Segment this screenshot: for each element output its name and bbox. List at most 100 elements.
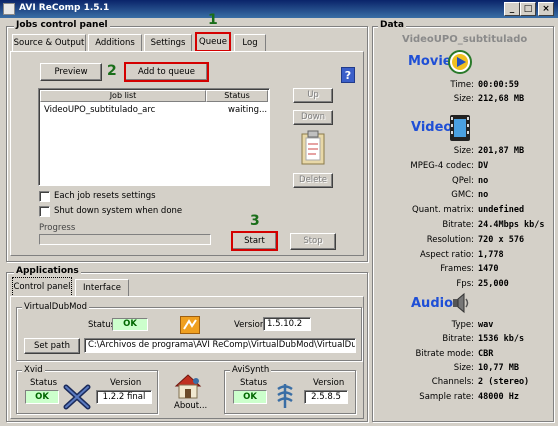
avisynth-status-label: Status: [240, 378, 268, 388]
up-button[interactable]: Up: [293, 88, 333, 103]
data-row-label: Type:: [451, 320, 474, 330]
data-row-value: 720 x 576: [478, 234, 525, 245]
annotation-1: 1: [208, 12, 218, 28]
data-row-value: 212,68 MB: [478, 94, 525, 104]
data-row-label: Quant. matrix:: [412, 205, 474, 216]
data-row-label: Time:: [450, 80, 474, 90]
data-row-label: Bitrate:: [442, 220, 474, 230]
speaker-icon: [450, 292, 472, 314]
avisynth-icon: [273, 382, 297, 410]
data-row-label: QPel:: [452, 175, 474, 186]
data-row-value: 10,77 MB: [478, 362, 519, 373]
down-button[interactable]: Down: [293, 110, 333, 125]
data-row-value: 48000 Hz: [478, 391, 519, 402]
progress-bar: [39, 234, 211, 245]
data-row-label: Aspect ratio:: [419, 249, 474, 260]
xvid-title: Xvid: [22, 365, 45, 375]
clipboard-icon: [298, 130, 328, 166]
audio-section-title: Audio: [411, 296, 454, 311]
data-row-value: 00:00:59: [478, 80, 519, 90]
preview-button[interactable]: Preview: [40, 63, 102, 81]
job-list-header[interactable]: Job list: [40, 90, 206, 102]
data-row-value: 201,87 MB: [478, 146, 525, 156]
tab-interface[interactable]: Interface: [75, 279, 129, 297]
xvid-version-field: 1.2.2 final: [96, 390, 152, 404]
virtualdubmod-icon: [180, 316, 200, 334]
movie-section-title: Movie: [408, 54, 452, 69]
data-panel-title: Data: [378, 20, 406, 30]
applications-title: Applications: [14, 266, 81, 276]
data-row-label: MPEG-4 codec:: [410, 160, 474, 171]
job-list[interactable]: [38, 88, 270, 186]
data-row-value: 1,778: [478, 249, 504, 260]
home-icon[interactable]: [172, 372, 204, 400]
annotation-2: 2: [107, 63, 117, 79]
stop-button[interactable]: Stop: [290, 233, 336, 250]
data-row-value: no: [478, 175, 489, 186]
vdm-version-label: Version: [234, 320, 266, 330]
set-path-button[interactable]: Set path: [24, 338, 80, 354]
each-job-resets-label: Each job resets settings: [54, 191, 156, 201]
data-row-label: Sample rate:: [419, 391, 474, 402]
avisynth-status-value: OK: [233, 390, 267, 404]
data-row-value: 2 (stereo): [478, 377, 530, 388]
data-row-label: Size:: [453, 362, 474, 373]
avisynth-version-field: 2.5.8.5: [304, 390, 348, 404]
avisynth-version-label: Version: [313, 378, 345, 388]
tab-control-panel[interactable]: Control panel: [12, 277, 72, 297]
job-name[interactable]: VideoUPO_subtitulado_arc: [44, 105, 155, 115]
minimize-button[interactable]: _: [504, 2, 520, 16]
close-button[interactable]: ×: [538, 2, 554, 16]
xvid-icon: [63, 384, 91, 410]
data-row-value: 25,000: [478, 279, 509, 290]
data-row-value: 1536 kb/s: [478, 334, 525, 345]
video-section-title: Video: [411, 120, 453, 135]
tab-additions[interactable]: Additions: [88, 34, 142, 52]
tab-queue[interactable]: Queue: [195, 32, 231, 52]
window-title: AVI ReComp 1.5.1: [19, 3, 110, 13]
data-row-label: GMC:: [451, 190, 474, 201]
shutdown-label: Shut down system when done: [54, 206, 183, 216]
status-header[interactable]: Status: [206, 90, 268, 102]
progress-label: Progress: [39, 223, 76, 233]
about-button[interactable]: About...: [174, 401, 207, 411]
xvid-version-label: Version: [110, 378, 142, 388]
avisynth-title: AviSynth: [230, 365, 272, 375]
shutdown-checkbox[interactable]: [39, 206, 50, 217]
data-row-label: Resolution:: [426, 234, 474, 245]
film-icon: [449, 114, 471, 142]
data-row-label: Size:: [453, 94, 474, 104]
data-row-label: Fps:: [456, 279, 474, 290]
play-icon: [448, 50, 472, 74]
vdm-version-field: 1.5.10.2: [263, 317, 311, 331]
data-row-value: DV: [478, 160, 489, 171]
data-row-label: Bitrate mode:: [415, 348, 474, 359]
start-button[interactable]: Start: [231, 231, 278, 251]
data-row-label: Channels:: [431, 377, 474, 388]
tab-log[interactable]: Log: [234, 34, 266, 52]
data-row-value: wav: [478, 320, 494, 330]
vdm-path-field[interactable]: C:\Archivos de programa\AVI ReComp\Virtu…: [84, 338, 356, 353]
tab-settings[interactable]: Settings: [144, 34, 192, 52]
data-filename: VideoUPO_subtitulado: [402, 34, 528, 45]
data-row-value: 24.4Mbps kb/s: [478, 220, 545, 230]
data-row-value: CBR: [478, 348, 494, 359]
add-to-queue-button[interactable]: Add to queue: [124, 62, 209, 82]
vdm-status-value: OK: [112, 318, 148, 331]
virtualdubmod-title: VirtualDubMod: [22, 302, 90, 312]
job-status: waiting...: [228, 105, 268, 115]
each-job-resets-checkbox[interactable]: [39, 191, 50, 202]
annotation-3: 3: [250, 213, 260, 229]
title-bar: AVI ReComp 1.5.1 _ □ ×: [0, 0, 558, 18]
data-row-value: no: [478, 190, 489, 201]
app-icon: [3, 3, 15, 15]
xvid-status-label: Status: [30, 378, 58, 388]
tab-source-output[interactable]: Source & Output: [12, 34, 86, 52]
maximize-button[interactable]: □: [520, 2, 536, 16]
data-row-value: undefined: [478, 205, 525, 216]
data-row-label: Frames:: [440, 264, 474, 275]
data-row-label: Bitrate:: [442, 334, 474, 345]
data-row-value: 1470: [478, 264, 499, 275]
delete-button[interactable]: Delete: [293, 173, 333, 188]
jobs-panel-title: Jobs control panel: [14, 20, 110, 30]
